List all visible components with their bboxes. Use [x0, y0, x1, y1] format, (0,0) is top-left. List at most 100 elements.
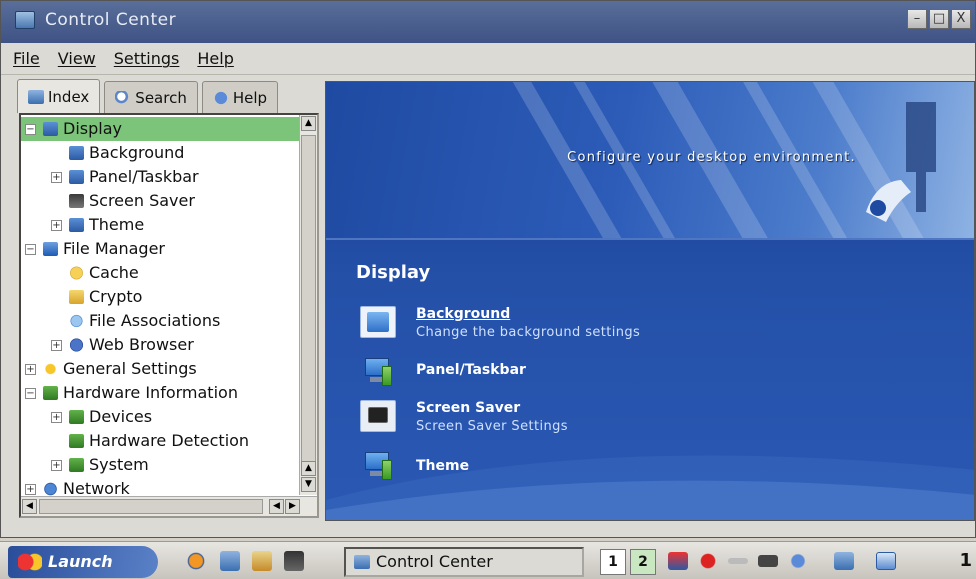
- tree-vertical-scrollbar[interactable]: ▲ ▲ ▼: [299, 115, 317, 495]
- tree-item-display[interactable]: − Display: [21, 117, 299, 141]
- launch-button[interactable]: Launch: [8, 546, 158, 578]
- banner-tagline: Configure your desktop environment.: [567, 150, 856, 165]
- tree-item-web-browser[interactable]: + Web Browser: [21, 333, 299, 357]
- tab-index-label: Index: [48, 87, 90, 106]
- volume-tray-icon[interactable]: [788, 552, 808, 570]
- battery-tray-icon[interactable]: [758, 555, 778, 567]
- tree-item-theme[interactable]: + Theme: [21, 213, 299, 237]
- tree-item-system[interactable]: + System: [21, 453, 299, 477]
- browser-launcher-icon[interactable]: [186, 551, 206, 571]
- item-screen-saver[interactable]: Screen Saver Screen Saver Settings: [360, 400, 620, 440]
- tree-item-label: Display: [63, 119, 122, 138]
- mail-launcher-icon[interactable]: [220, 551, 240, 571]
- tree-item-hardware-information[interactable]: − Hardware Information: [21, 381, 299, 405]
- desktop-2-button[interactable]: 2: [630, 549, 656, 575]
- tree-item-label: System: [89, 455, 149, 474]
- header-banner: Configure your desktop environment.: [326, 82, 974, 238]
- display-tray-icon[interactable]: [834, 552, 854, 570]
- item-screen-saver-title[interactable]: Screen Saver: [416, 400, 520, 416]
- tree-item-label: Crypto: [89, 287, 143, 306]
- screen-saver-icon: [360, 400, 396, 432]
- item-background-desc: Change the background settings: [416, 325, 641, 340]
- theme-icon: [360, 448, 396, 480]
- scroll-left-arrow-icon[interactable]: ◀: [22, 499, 37, 514]
- scroll-up-arrow-icon[interactable]: ▲: [301, 461, 316, 476]
- tree-item-cache[interactable]: Cache: [21, 261, 299, 285]
- collapse-icon[interactable]: −: [25, 244, 36, 255]
- tree-item-label: Hardware Detection: [89, 431, 250, 450]
- tree-item-file-associations[interactable]: File Associations: [21, 309, 299, 333]
- item-screen-saver-desc: Screen Saver Settings: [416, 419, 568, 434]
- menu-settings[interactable]: Settings: [114, 49, 180, 68]
- scroll-left-arrow-icon[interactable]: ◀: [269, 499, 284, 514]
- tree-item-file-manager[interactable]: − File Manager: [21, 237, 299, 261]
- menu-view[interactable]: View: [58, 49, 96, 68]
- network-tray-icon[interactable]: [668, 552, 688, 570]
- close-button[interactable]: X: [951, 9, 971, 29]
- item-theme[interactable]: Theme: [360, 448, 560, 488]
- tree-list: − Display Background + Panel/Taskbar Screen S…: [21, 117, 299, 501]
- web-icon: [69, 338, 84, 352]
- content-pane: Configure your desktop environment. Disp…: [325, 81, 975, 521]
- clock: 1: [959, 550, 972, 571]
- title-bar[interactable]: Control Center – □ X: [1, 1, 975, 43]
- expand-icon[interactable]: +: [25, 364, 36, 375]
- tree-item-label: Cache: [89, 263, 139, 282]
- expand-icon[interactable]: +: [51, 460, 62, 471]
- hw-icon: [69, 458, 84, 472]
- tab-search[interactable]: Search: [104, 81, 198, 113]
- tree-item-label: Web Browser: [89, 335, 194, 354]
- tree-item-panel-taskbar[interactable]: + Panel/Taskbar: [21, 165, 299, 189]
- desktop-1-button[interactable]: 1: [600, 549, 626, 575]
- expand-icon[interactable]: +: [25, 484, 36, 495]
- taskbar-control-center-button[interactable]: Control Center: [344, 547, 584, 577]
- tree-item-devices[interactable]: + Devices: [21, 405, 299, 429]
- menu-help[interactable]: Help: [197, 49, 233, 68]
- banner-divider: [326, 238, 974, 240]
- expand-icon[interactable]: +: [51, 220, 62, 231]
- tree-item-screen-saver[interactable]: Screen Saver: [21, 189, 299, 213]
- scroll-down-arrow-icon[interactable]: ▼: [301, 477, 316, 492]
- item-background-title[interactable]: Background: [416, 306, 510, 322]
- package-launcher-icon[interactable]: [252, 551, 272, 571]
- tab-index[interactable]: Index: [17, 79, 101, 113]
- item-theme-title[interactable]: Theme: [416, 458, 469, 474]
- item-panel-taskbar[interactable]: Panel/Taskbar: [360, 354, 580, 394]
- scroll-thumb[interactable]: [301, 135, 316, 475]
- collapse-icon[interactable]: −: [25, 388, 36, 399]
- tree-item-label: Panel/Taskbar: [89, 167, 199, 186]
- item-background[interactable]: Background Change the background setting…: [360, 306, 680, 346]
- menu-bar: File View Settings Help: [1, 43, 975, 75]
- assoc-icon: [69, 314, 84, 328]
- expand-icon[interactable]: +: [51, 172, 62, 183]
- lock-tray-icon[interactable]: [876, 552, 896, 570]
- tree-item-hardware-detection[interactable]: Hardware Detection: [21, 429, 299, 453]
- index-icon: [28, 89, 44, 104]
- scroll-up-arrow-icon[interactable]: ▲: [301, 116, 316, 131]
- expand-icon[interactable]: +: [51, 412, 62, 423]
- tree-item-crypto[interactable]: Crypto: [21, 285, 299, 309]
- tree-item-label: File Associations: [89, 311, 221, 330]
- search-icon: [115, 90, 132, 105]
- tree-item-background[interactable]: Background: [21, 141, 299, 165]
- security-tray-icon[interactable]: [698, 552, 718, 570]
- minimize-button[interactable]: –: [907, 9, 927, 29]
- item-panel-taskbar-title[interactable]: Panel/Taskbar: [416, 362, 526, 378]
- hscroll-thumb[interactable]: [39, 499, 263, 514]
- terminal-launcher-icon[interactable]: [284, 551, 304, 571]
- tree-item-general-settings[interactable]: + General Settings: [21, 357, 299, 381]
- maximize-button[interactable]: □: [929, 9, 949, 29]
- display-icon: [69, 218, 84, 232]
- display-icon: [69, 146, 84, 160]
- scroll-right-arrow-icon[interactable]: ▶: [285, 499, 300, 514]
- expand-icon[interactable]: +: [51, 340, 62, 351]
- tab-help[interactable]: Help: [201, 81, 279, 113]
- nav-tabs: Index Search Help: [17, 79, 279, 113]
- collapse-icon[interactable]: −: [25, 124, 36, 135]
- section-title: Display: [356, 262, 431, 283]
- control-center-task-icon: [354, 555, 370, 569]
- tree-item-label: File Manager: [63, 239, 165, 258]
- hw-icon: [43, 386, 58, 400]
- tree-horizontal-scrollbar[interactable]: ◀ ◀ ▶: [21, 496, 317, 516]
- menu-file[interactable]: File: [13, 49, 40, 68]
